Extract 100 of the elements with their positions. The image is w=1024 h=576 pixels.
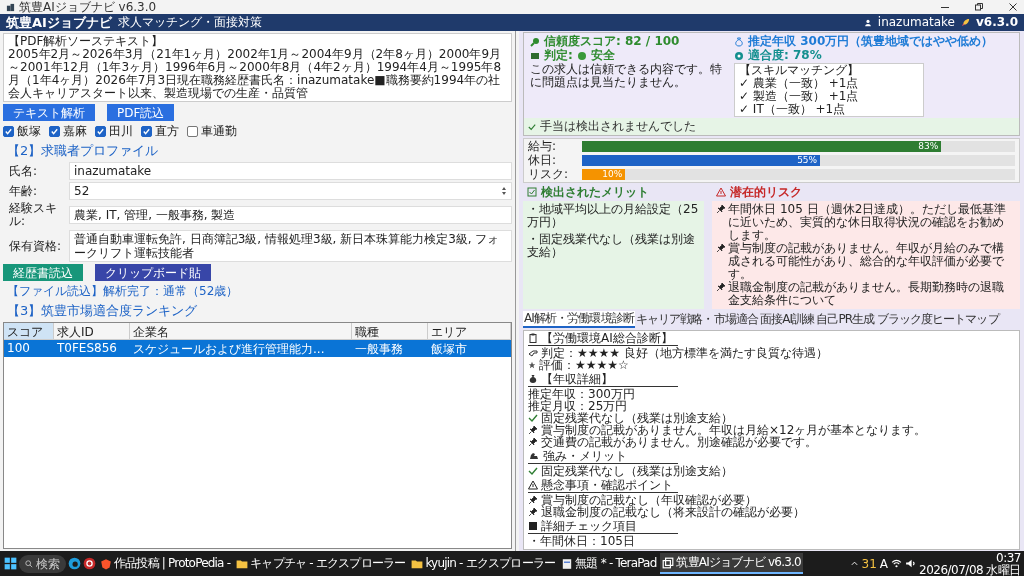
clipboard-icon (528, 333, 538, 343)
column-header[interactable]: 求人ID (54, 323, 130, 340)
speaker-icon (905, 558, 916, 569)
spinner-icon[interactable] (501, 186, 507, 196)
source-text-area[interactable]: 【PDF解析ソーステキスト】 2005年2月～2026年3月（21年1ヶ月）2002年1月～2004年9月（2年8ヶ月）2000年9月～2001年12月（1年3ヶ月）1996年6月～2000年8月（4年2ヶ月）1994年4月～1995年8月（1年4ヶ月）2026年7月3日現在職務経歴書氏名：inazumatake■職務要約1994年の社会人キャリアスタート以来、製造現場での生産・品質管 (3, 33, 512, 102)
checkbox[interactable] (49, 126, 60, 137)
tab[interactable]: AI解析・労働環境診断 (523, 311, 635, 328)
merit-item: ・地域平均以上の月給設定（25万円） (527, 203, 700, 229)
taskbar-app[interactable]: 無題 * - TeraPad (559, 553, 659, 574)
field-label: 氏名: (9, 164, 39, 178)
column-header[interactable]: エリア (428, 323, 511, 340)
table-cell-text: 一般事務 (354, 341, 404, 357)
section-heading: 【2】求職者プロファイル (6, 142, 160, 160)
report-line: 懸念事項・確認ポイント (541, 479, 673, 491)
action-button[interactable]: テキスト解析 (3, 104, 95, 121)
tray-count-text: 31 (861, 556, 877, 571)
allowance-note: 手当は検出されませんでした (540, 120, 696, 133)
status-text: 【ファイル読込】解析完了：通常（52歳） (6, 283, 240, 300)
taskbar-app[interactable]: 筑豊AIジョブナビ v6.3.0 (660, 553, 803, 574)
report-line: 強み・メリット (543, 450, 627, 462)
tab[interactable]: 自己PR生成 (815, 312, 876, 327)
meter-label: 休日: (528, 154, 558, 167)
skill-match-item: ✓ IT（一致） +1点 (739, 103, 847, 116)
checkbox-label: 田川 (109, 123, 133, 140)
pin-icon (716, 243, 727, 253)
merits-heading: 検出されたメリット (541, 185, 649, 199)
window-icon (662, 556, 675, 569)
skill-match-item: ✓ 製造（一致） +1点 (739, 90, 860, 103)
app-icon (6, 2, 15, 12)
checkbox-label: 直方 (155, 123, 179, 140)
meter-reading: 55% (797, 154, 818, 167)
section-heading: 【3】筑豊市場適合度ランキング (6, 302, 199, 320)
user-icon (863, 18, 872, 27)
folder-icon (236, 557, 249, 570)
clock-time: 0:37 (996, 551, 1021, 564)
pin-icon (528, 507, 538, 517)
risks-heading: 潜在的リスク (730, 185, 803, 199)
notepad-icon (561, 557, 574, 570)
field-label: 年齢: (9, 184, 39, 198)
user-name: inazumatake (877, 16, 955, 29)
column-header[interactable]: 企業名 (130, 323, 352, 340)
verdict-description: この求人は信頼できる内容です。特に問題点は見当たりません。 (530, 63, 723, 89)
checkbox[interactable] (3, 126, 14, 137)
table-cell-text: スケジュールおよび進行管理能力... (132, 341, 326, 357)
pin-icon (716, 282, 727, 292)
chevron-icon (849, 559, 859, 568)
taskbar-app[interactable]: 作品投稿 | ProtoPedia - (98, 553, 233, 574)
ime-indicator[interactable]: A (879, 556, 888, 571)
estimated-salary: 推定年収 300万円（筑豊地域ではやや低め） (748, 35, 994, 48)
search-icon (530, 36, 540, 47)
checkbox-icon (527, 187, 537, 197)
restore-icon[interactable] (974, 2, 984, 12)
close-icon[interactable] (1008, 2, 1018, 12)
folder-icon (411, 557, 424, 570)
square-icon (528, 521, 538, 531)
money-bag-icon (734, 36, 744, 47)
window-title: 筑豊AIジョブナビ v6.3.0 (19, 0, 158, 14)
checkbox[interactable] (187, 126, 198, 137)
taskbar-app[interactable]: キャプチャ - エクスプローラー (234, 553, 408, 574)
taskbar-app[interactable]: kyujin - エクスプローラー (409, 553, 558, 574)
search-field[interactable]: 検索 (19, 554, 66, 573)
report-line: 固定残業代なし（残業は別途支給） (541, 412, 733, 424)
report-line: 固定残業代なし（残業は別途支給） (541, 465, 733, 477)
risk-item: 退職金制度の記載がありません。長期勤務時の退職金支給条件について (728, 281, 1006, 307)
table-row[interactable]: 100 T0FES856 スケジュールおよび進行管理能力... 一般事務 飯塚市 (4, 340, 511, 357)
column-header[interactable]: スコア (4, 323, 54, 340)
pin-icon (716, 204, 727, 214)
table-cell-text: T0FES856 (56, 340, 118, 357)
source-text-heading: 【PDF解析ソーステキスト】 (8, 35, 165, 48)
meter-label: リスク: (528, 168, 570, 181)
report-line: 評価：★★★★☆ (539, 359, 629, 371)
action-button[interactable]: PDF読込 (107, 104, 175, 121)
spin-field[interactable]: 52 (69, 182, 512, 200)
input-field[interactable]: 普通自動車運転免許, 日商簿記3級, 情報処理3級, 新日本珠算能力検定3級, フォークリフト運転技能者 (69, 230, 512, 262)
checkbox-label: 飯塚 (17, 123, 41, 140)
report-line: 賞与制度の記載がありません。年収は月給×12ヶ月が基本となります。 (541, 424, 927, 436)
version-label: v6.3.0 (976, 16, 1018, 29)
checkbox[interactable] (141, 126, 152, 137)
check-icon (528, 413, 538, 423)
risk-item: 年間休日 105 日（週休2日達成）。ただし最低基準に近いため、実質的な休日取得状況の確認をお勧めします。 (728, 203, 1008, 242)
tab[interactable]: 面接AI訓練 (758, 312, 816, 327)
fit-score: 適合度: 78% (748, 49, 822, 62)
input-field[interactable]: inazumatake (69, 162, 512, 180)
skill-match-item: ✓ 農業（一致） +1点 (739, 77, 860, 90)
action-button[interactable]: クリップボード貼 (95, 264, 211, 281)
action-button[interactable]: 経歴書読込 (3, 264, 83, 281)
report-line: 交通費の記載がありません。別途確認が必要です。 (541, 436, 817, 448)
tab[interactable]: キャリア戦略・市場適合 (634, 312, 759, 327)
report-line: 詳細チェック項目 (541, 520, 637, 532)
tab[interactable]: ブラック度ヒートマップ (875, 312, 1000, 327)
warning-icon (716, 187, 727, 197)
rocket-icon (961, 18, 970, 27)
column-header[interactable]: 職種 (352, 323, 428, 340)
pin-icon (528, 425, 538, 435)
merit-item: ・固定残業代なし（残業は別途支給） (527, 233, 696, 259)
checkbox[interactable] (95, 126, 106, 137)
app-subtitle: 求人マッチング・面接対策 (117, 16, 263, 29)
table-cell-text: 飯塚市 (430, 341, 468, 357)
pin-icon (528, 495, 538, 505)
input-field[interactable]: 農業, IT, 管理, 一般事務, 製造 (69, 206, 512, 224)
